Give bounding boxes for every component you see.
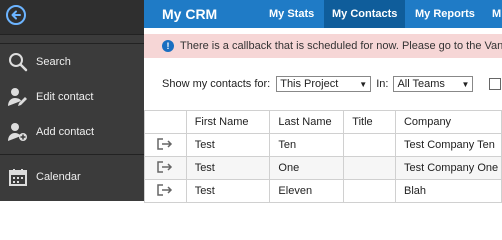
in-label: In: (376, 78, 389, 90)
sidebar-header (0, 0, 144, 35)
table-row[interactable]: Test One Test Company One (144, 156, 502, 180)
chevron-down-icon: ▼ (359, 79, 368, 89)
cell-company: Test Company Ten (394, 133, 502, 157)
table-row[interactable]: Test Ten Test Company Ten (144, 133, 502, 157)
cell-title (343, 156, 396, 180)
cell-first-name: Test (185, 156, 271, 180)
project-select[interactable]: This Project ▼ (276, 76, 372, 92)
callback-alert: ! There is a callback that is scheduled … (144, 34, 502, 58)
sidebar-item-edit-contact[interactable]: Edit contact (0, 80, 144, 114)
col-header-company[interactable]: Company (394, 110, 502, 134)
col-header-action (144, 110, 187, 134)
table-header-row: First Name Last Name Title Company (144, 110, 502, 134)
open-contact-icon[interactable] (157, 137, 173, 153)
sidebar-item-add-contact[interactable]: Add contact (0, 115, 144, 149)
arrow-left-icon (11, 10, 21, 20)
back-button[interactable] (6, 5, 26, 25)
teams-select-value: All Teams (397, 78, 445, 90)
search-icon (0, 52, 36, 72)
nav-more[interactable]: M (484, 0, 502, 28)
teams-select[interactable]: All Teams ▼ (393, 76, 474, 92)
alert-text: There is a callback that is scheduled fo… (180, 40, 502, 52)
table-row[interactable]: Test Eleven Blah (144, 179, 502, 203)
info-icon: ! (162, 40, 174, 52)
cell-company: Blah (394, 179, 502, 203)
show-contacts-label: Show my contacts for: (162, 78, 271, 90)
col-header-title[interactable]: Title (343, 110, 396, 134)
col-header-first-name[interactable]: First Name (185, 110, 271, 134)
filter-bar: Show my contacts for: This Project ▼ In:… (144, 72, 502, 96)
nav-my-stats[interactable]: My Stats (261, 0, 322, 28)
cell-title (343, 179, 396, 203)
calendar-icon (0, 168, 36, 186)
cell-title (343, 133, 396, 157)
project-select-value: This Project (280, 78, 339, 90)
sidebar-item-search[interactable]: Search (0, 45, 144, 79)
sidebar-item-calendar[interactable]: Calendar (0, 160, 144, 194)
edit-contact-icon (0, 87, 36, 107)
cell-company: Test Company One (394, 156, 502, 180)
open-contact-icon[interactable] (157, 160, 173, 176)
col-header-last-name[interactable]: Last Name (269, 110, 345, 134)
cell-last-name: One (269, 156, 345, 180)
divider (0, 43, 144, 44)
nav-my-contacts[interactable]: My Contacts (324, 0, 406, 28)
cell-last-name: Ten (269, 133, 345, 157)
sidebar-item-label: Add contact (36, 126, 95, 138)
open-contact-icon[interactable] (157, 183, 173, 199)
brand-title[interactable]: My CRM (162, 6, 217, 22)
sidebar: Search Edit contact Add contact Calendar (0, 0, 144, 201)
add-contact-icon (0, 122, 36, 142)
cell-last-name: Eleven (269, 179, 345, 203)
contacts-table: First Name Last Name Title Company Test … (144, 110, 502, 203)
sidebar-item-label: Calendar (36, 171, 81, 183)
divider (0, 154, 144, 155)
sidebar-item-label: Search (36, 56, 71, 68)
filter-checkbox[interactable] (489, 78, 502, 90)
sidebar-item-label: Edit contact (36, 91, 94, 103)
cell-first-name: Test (185, 179, 271, 203)
top-nav: My CRM My Stats My Contacts My Reports M (144, 0, 502, 28)
nav-my-reports[interactable]: My Reports (407, 0, 483, 28)
cell-first-name: Test (185, 133, 271, 157)
chevron-down-icon: ▼ (461, 79, 470, 89)
